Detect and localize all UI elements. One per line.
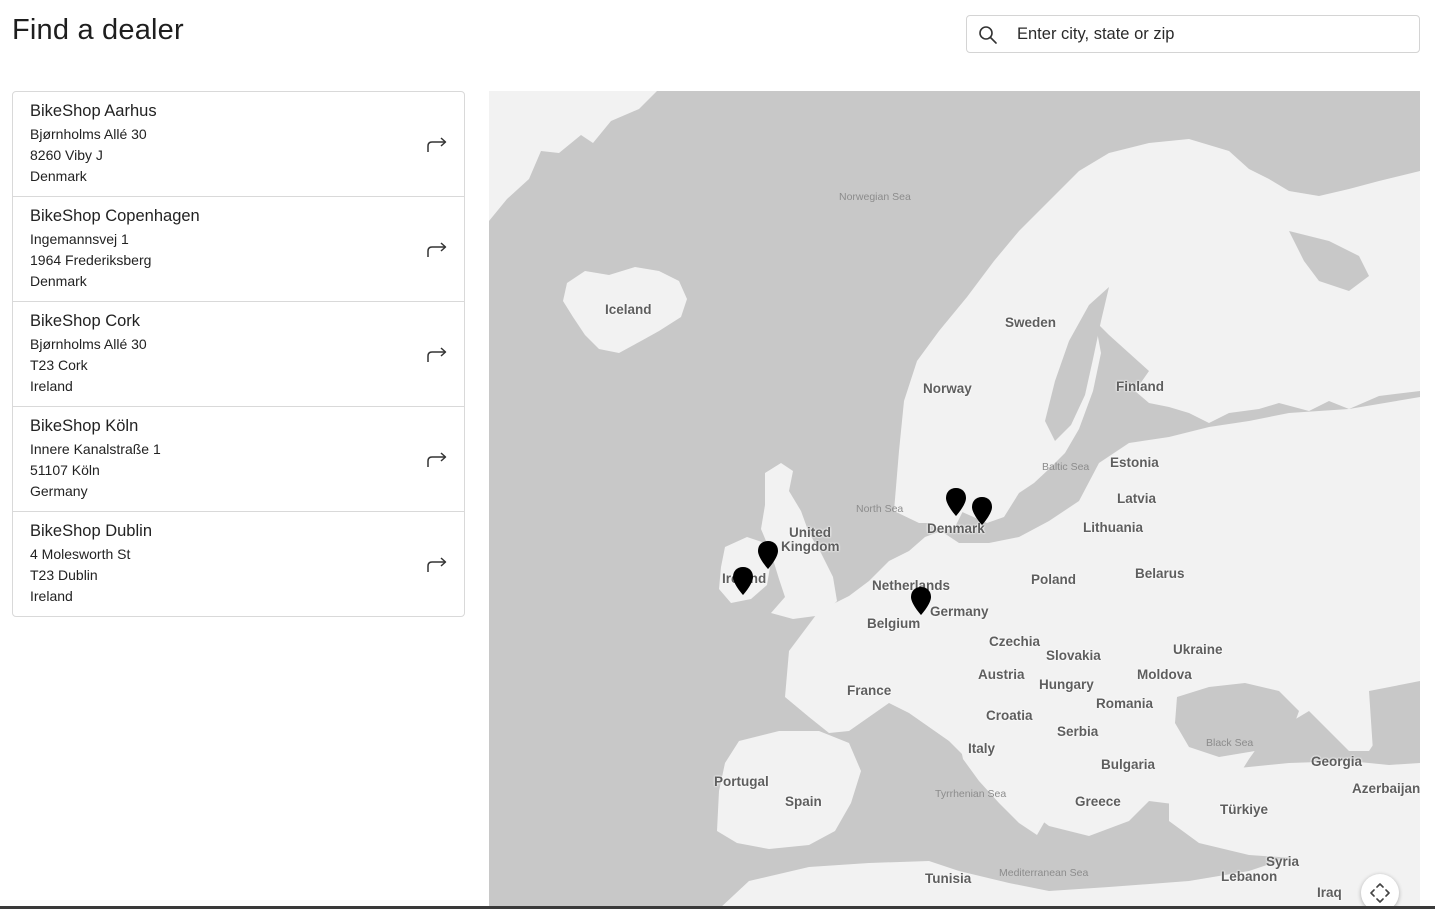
dealer-country: Denmark [30, 273, 87, 289]
map-label-syria: Syria [1266, 854, 1300, 869]
map-label-latvia: Latvia [1117, 491, 1157, 506]
dealer-city: 51107 Köln [30, 462, 100, 478]
dealer-country: Ireland [30, 378, 73, 394]
map-label-ukraine: Ukraine [1173, 642, 1223, 657]
map-label-iceland: Iceland [605, 302, 652, 317]
dealer-city: T23 Cork [30, 357, 88, 373]
map-label-moldova: Moldova [1137, 667, 1192, 682]
map-label-united-kingdom-1: United [789, 525, 831, 540]
map-label-bulgaria: Bulgaria [1101, 757, 1156, 772]
map-label-greece: Greece [1075, 794, 1121, 809]
fullscreen-button[interactable] [1361, 874, 1399, 909]
map-label-united-kingdom-2: Kingdom [781, 539, 840, 554]
directions-icon[interactable] [425, 345, 449, 363]
map-label-romania: Romania [1096, 696, 1154, 711]
dealer-item-copenhagen[interactable]: BikeShop Copenhagen Ingemannsvej 1 1964 … [13, 197, 464, 302]
map-label-france: France [847, 683, 892, 698]
map-label-italy: Italy [968, 741, 996, 756]
directions-icon[interactable] [425, 450, 449, 468]
map-label-iraq: Iraq [1317, 885, 1342, 900]
dealer-list: BikeShop Aarhus Bjørnholms Allé 30 8260 … [12, 91, 465, 617]
map-marker-dublin[interactable] [757, 540, 779, 570]
map-label-germany: Germany [930, 604, 989, 619]
map-label-portugal: Portugal [714, 774, 769, 789]
map-label-norway: Norway [923, 381, 972, 396]
map-label-czechia: Czechia [989, 634, 1041, 649]
dealer-street: 4 Molesworth St [30, 546, 131, 562]
dealer-name: BikeShop Aarhus [30, 102, 157, 120]
map-label-belarus: Belarus [1135, 566, 1185, 581]
dealer-city: T23 Dublin [30, 567, 98, 583]
page-title: Find a dealer [12, 14, 184, 46]
map-marker-koln[interactable] [910, 586, 932, 616]
dealer-country: Germany [30, 483, 88, 499]
dealer-city: 8260 Viby J [30, 147, 103, 163]
map-marker-aarhus[interactable] [945, 487, 967, 517]
map-label-estonia: Estonia [1110, 455, 1159, 470]
map-label-austria: Austria [978, 667, 1025, 682]
map-label-lebanon: Lebanon [1221, 869, 1278, 884]
directions-icon[interactable] [425, 135, 449, 153]
dealer-city: 1964 Frederiksberg [30, 252, 152, 268]
map-label-azerbaijan: Azerbaijan [1352, 781, 1420, 796]
sea-label-north: North Sea [856, 503, 904, 515]
map-label-belgium: Belgium [867, 616, 921, 631]
dealer-item-koln[interactable]: BikeShop Köln Innere Kanalstraße 1 51107… [13, 407, 464, 512]
directions-icon[interactable] [425, 240, 449, 258]
search-input[interactable] [1017, 16, 1412, 52]
dealer-name: BikeShop Dublin [30, 522, 152, 540]
map-label-croatia: Croatia [986, 708, 1033, 723]
dealer-name: BikeShop Copenhagen [30, 207, 200, 225]
dealer-country: Ireland [30, 588, 73, 604]
map-label-hungary: Hungary [1039, 677, 1094, 692]
sea-label-black: Black Sea [1206, 737, 1254, 749]
map-marker-copenhagen[interactable] [971, 496, 993, 526]
map-label-slovakia: Slovakia [1046, 648, 1101, 663]
dealer-item-dublin[interactable]: BikeShop Dublin 4 Molesworth St T23 Dubl… [13, 512, 464, 616]
search-icon [979, 26, 997, 44]
dealer-name: BikeShop Cork [30, 312, 141, 330]
map-label-finland: Finland [1116, 379, 1164, 394]
sea-label-baltic: Baltic Sea [1042, 461, 1090, 473]
dealer-map[interactable]: Iceland Sweden Norway Finland Estonia La… [489, 91, 1420, 909]
search-box[interactable] [966, 15, 1420, 53]
dealer-name: BikeShop Köln [30, 417, 139, 435]
map-marker-cork[interactable] [732, 566, 754, 596]
dealer-item-cork[interactable]: BikeShop Cork Bjørnholms Allé 30 T23 Cor… [13, 302, 464, 407]
map-label-spain: Spain [785, 794, 822, 809]
dealer-item-aarhus[interactable]: BikeShop Aarhus Bjørnholms Allé 30 8260 … [13, 92, 464, 197]
map-label-sweden: Sweden [1005, 315, 1057, 330]
dealer-street: Ingemannsvej 1 [30, 231, 129, 247]
sea-label-mediterranean: Mediterranean Sea [999, 867, 1089, 879]
expand-icon [1370, 883, 1390, 903]
map-label-turkiye: Türkiye [1220, 802, 1269, 817]
directions-icon[interactable] [425, 555, 449, 573]
map-label-georgia: Georgia [1311, 754, 1363, 769]
map-label-serbia: Serbia [1057, 724, 1099, 739]
dealer-street: Innere Kanalstraße 1 [30, 441, 161, 457]
sea-label-tyrrhenian: Tyrrhenian Sea [935, 788, 1007, 800]
map-label-lithuania: Lithuania [1083, 520, 1143, 535]
dealer-country: Denmark [30, 168, 87, 184]
map-label-tunisia: Tunisia [925, 871, 972, 886]
dealer-street: Bjørnholms Allé 30 [30, 336, 147, 352]
sea-label-norwegian: Norwegian Sea [839, 191, 911, 203]
map-label-poland: Poland [1031, 572, 1077, 587]
dealer-street: Bjørnholms Allé 30 [30, 126, 147, 142]
